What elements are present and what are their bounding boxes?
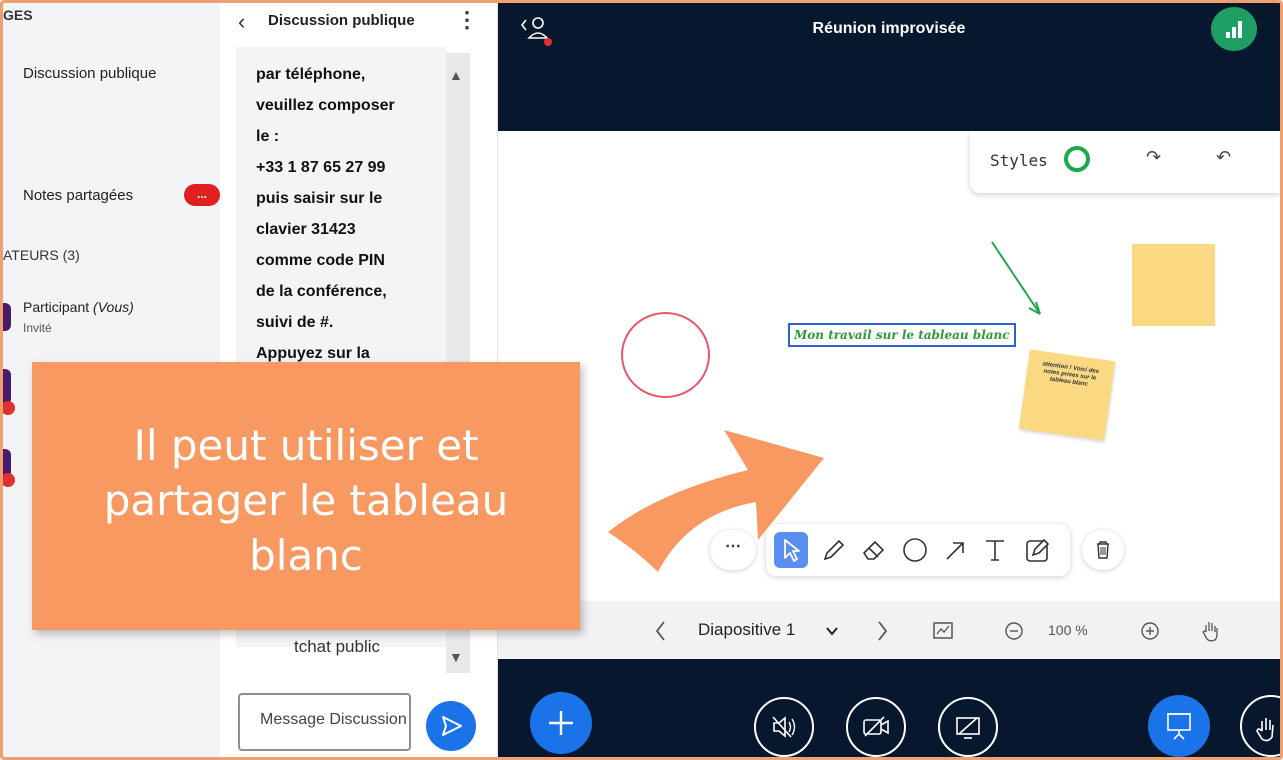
audio-button[interactable] (754, 697, 814, 757)
presentation-icon (1167, 713, 1191, 740)
top-bar: Réunion improvisée (498, 3, 1280, 131)
sidebar-item-shared-notes[interactable]: Notes partagées (23, 187, 133, 204)
arrow-icon (946, 542, 964, 560)
messages-section-heading: GES (3, 7, 33, 23)
zoom-out-icon[interactable] (1004, 621, 1024, 641)
video-button[interactable] (846, 697, 906, 757)
chevron-left-icon[interactable]: ‹ (238, 9, 245, 35)
users-section-heading: ATEURS (3) (3, 247, 80, 263)
user-list-toggle-icon[interactable] (520, 14, 554, 46)
muted-status-icon (3, 473, 15, 487)
message-line: clavier 31423 (256, 221, 356, 238)
message-line: suivi de #. (256, 314, 334, 331)
connection-status-button[interactable] (1211, 7, 1257, 51)
hand-pan-icon[interactable] (1200, 619, 1222, 643)
chat-title: Discussion publique (268, 12, 415, 29)
note-icon (1026, 538, 1050, 562)
chevron-down-icon[interactable]: ▼ (449, 649, 463, 665)
message-line: puis saisir sur le (256, 190, 383, 207)
whiteboard-sticky-note[interactable] (1132, 244, 1215, 326)
raise-hand-icon (1256, 718, 1274, 742)
speaker-muted-icon (772, 716, 796, 738)
zoom-level: 100 % (1048, 622, 1088, 638)
notes-unread-badge: ... (184, 184, 220, 206)
text-icon (986, 540, 1004, 561)
trash-icon (1097, 541, 1109, 559)
eraser-icon (862, 540, 885, 560)
chevron-down-icon[interactable] (824, 623, 840, 639)
annotation-callout: Il peut utiliser et partager le tableau … (32, 362, 580, 630)
message-line: veuillez composer (256, 97, 395, 114)
whiteboard-sticky-note[interactable]: attention ! Voici des notes prises sur l… (1018, 349, 1116, 441)
message-line: comme code PIN (256, 252, 385, 269)
text-tool-button[interactable] (978, 532, 1012, 568)
raise-hand-button[interactable] (1240, 695, 1283, 757)
send-button[interactable] (426, 701, 476, 751)
screen-share-button[interactable] (938, 697, 998, 757)
sticky-note-text: attention ! Voici des notes prises sur l… (1042, 361, 1100, 388)
participant-you-label: (Vous) (93, 299, 134, 315)
actions-button[interactable] (530, 692, 592, 754)
undo-icon[interactable]: ↶ (1216, 147, 1231, 168)
chat-message-text: par téléphone, veuillez composer le : +3… (256, 59, 446, 369)
message-line: par téléphone, (256, 66, 366, 83)
plus-icon (549, 711, 573, 735)
circle-icon (903, 538, 927, 562)
callout-text: Il peut utiliser et partager le tableau … (103, 421, 509, 580)
participant-role: Invité (23, 321, 52, 335)
send-icon (442, 716, 462, 736)
fit-to-screen-icon[interactable] (932, 621, 954, 641)
avatar (3, 369, 11, 405)
zoom-in-icon[interactable] (1140, 621, 1160, 641)
note-tool-button[interactable] (1020, 532, 1054, 568)
whiteboard-arrow-shape[interactable] (986, 236, 1050, 326)
arrow-tool-button[interactable] (938, 532, 972, 568)
camera-off-icon (863, 716, 889, 737)
participant-entry[interactable]: Participant (Vous) (23, 299, 134, 315)
circle-tool-button[interactable] (898, 532, 932, 568)
muted-status-icon (3, 401, 15, 415)
message-input[interactable]: Message Discussion (238, 693, 411, 751)
meeting-title: Réunion improvisée (812, 20, 966, 37)
sidebar-item-public-chat[interactable]: Discussion publique (23, 65, 156, 82)
eraser-tool-button[interactable] (856, 532, 890, 568)
chevron-right-icon[interactable] (874, 619, 890, 643)
signal-bars-icon (1226, 21, 1242, 38)
avatar (3, 303, 11, 331)
whiteboard-circle-shape[interactable] (621, 312, 710, 398)
chevron-left-icon[interactable] (653, 619, 669, 643)
message-line: +33 1 87 65 27 99 (256, 159, 386, 176)
participant-name: Participant (23, 299, 90, 315)
slide-selector[interactable]: Diapositive 1 (698, 620, 795, 640)
presentation-button[interactable] (1148, 695, 1210, 757)
presentation-controls: Diapositive 1 100 % (498, 601, 1280, 659)
chat-header: ‹ Discussion publique ⋮ (220, 3, 498, 47)
bottom-action-bar (498, 659, 1283, 757)
curved-arrow-icon (608, 430, 824, 572)
message-line: le : (256, 128, 280, 145)
whiteboard-text-item[interactable]: Mon travail sur le tableau blanc (788, 323, 1016, 347)
redo-icon[interactable]: ↷ (1146, 147, 1161, 168)
message-line: de la conférence, (256, 283, 387, 300)
color-swatch[interactable] (1064, 146, 1090, 172)
chat-footer-text: tchat public (294, 637, 380, 656)
screen-share-off-icon (956, 717, 980, 739)
styles-panel: Styles ↷ ↶ (970, 131, 1280, 193)
more-vertical-icon[interactable]: ⋮ (456, 7, 478, 33)
chevron-up-icon[interactable]: ▲ (449, 67, 463, 83)
styles-label[interactable]: Styles (990, 151, 1048, 170)
delete-button[interactable] (1082, 530, 1124, 570)
